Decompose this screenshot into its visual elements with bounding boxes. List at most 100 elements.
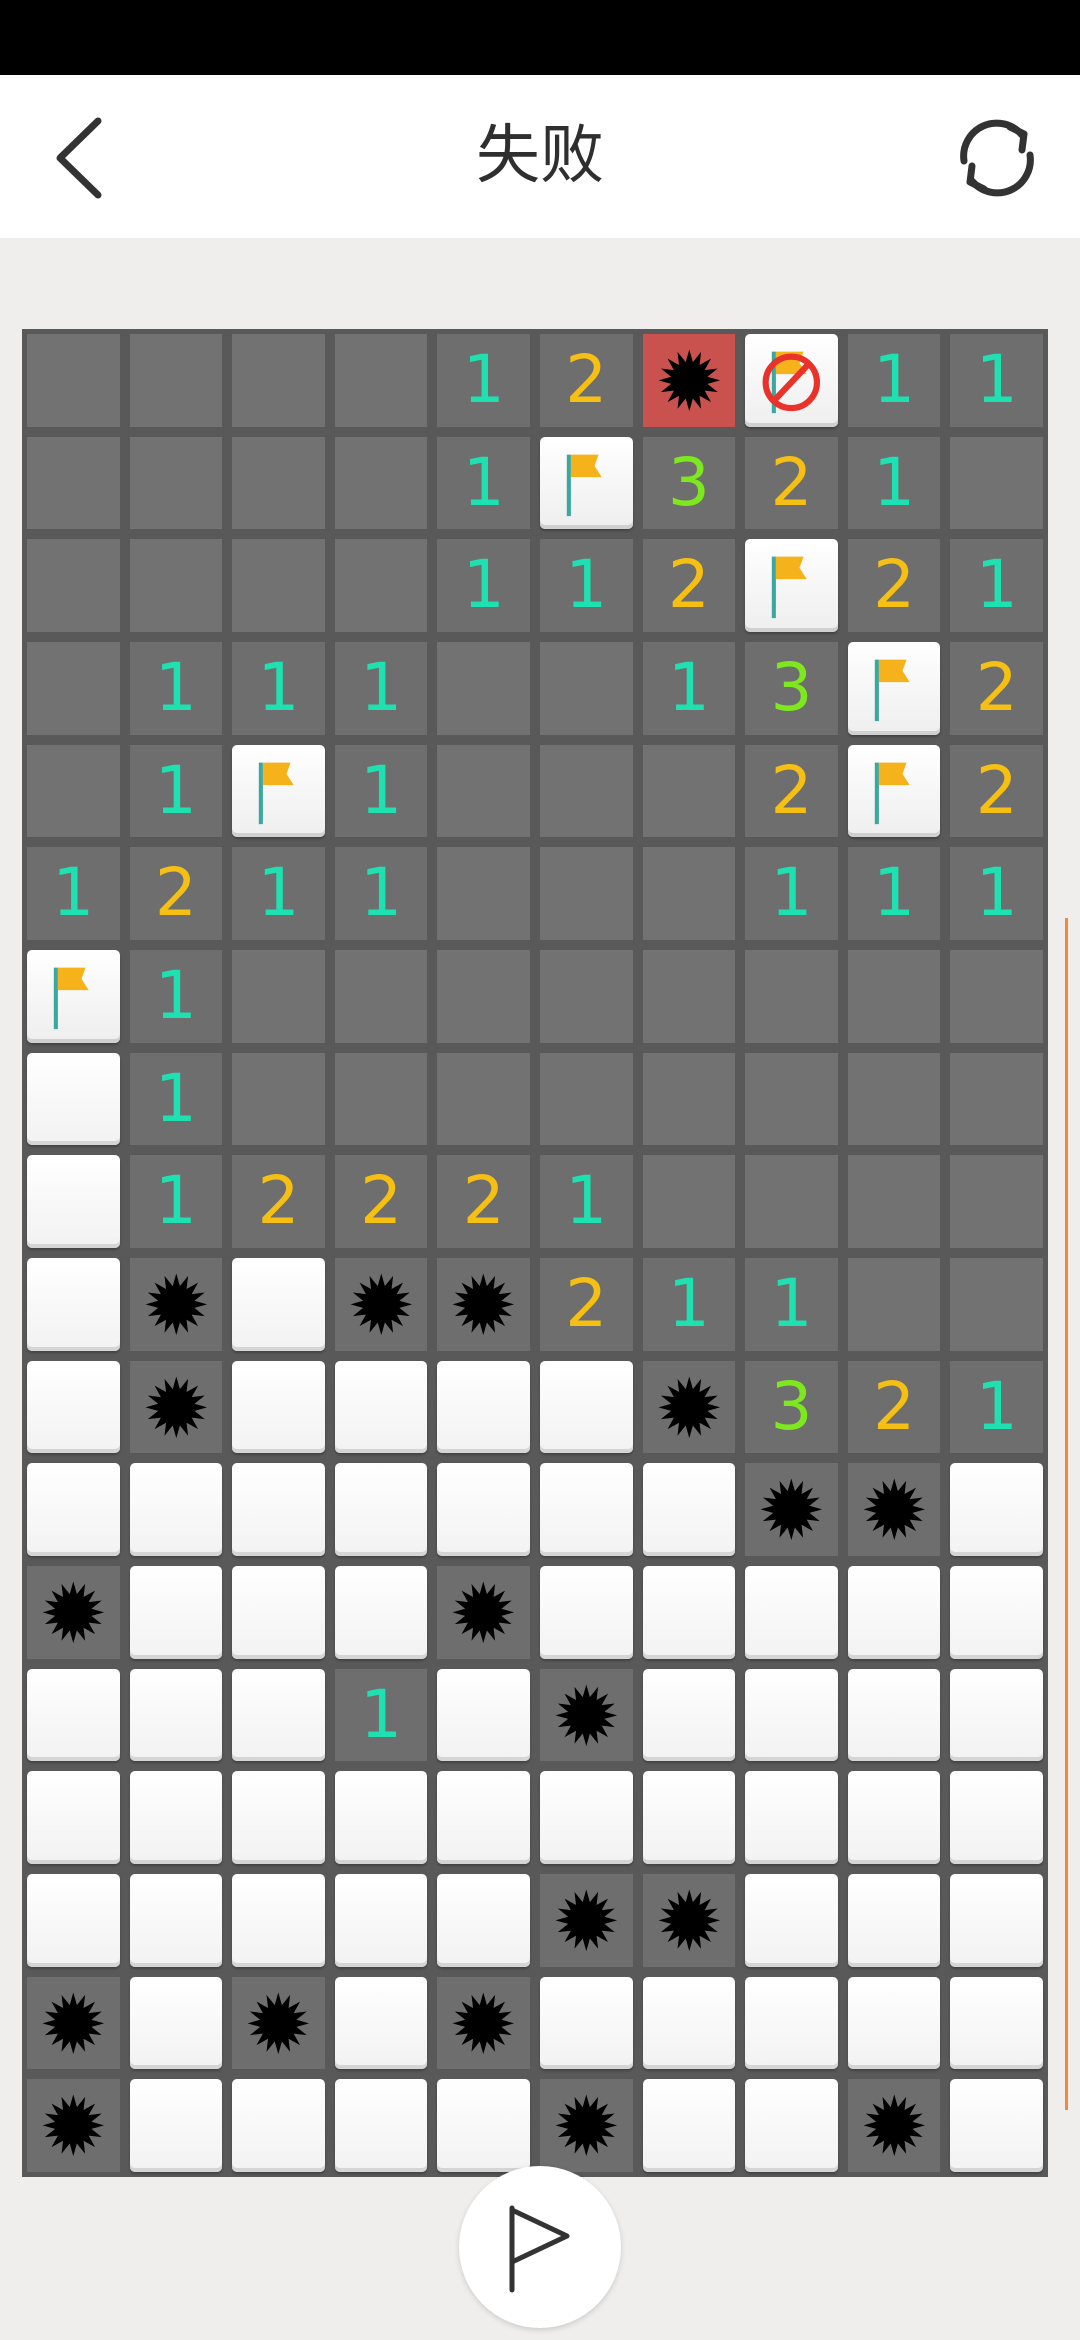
cell-unrevealed[interactable] [638,1458,741,1561]
cell-unrevealed[interactable] [330,1356,433,1459]
cell-unrevealed[interactable] [843,1766,946,1869]
cell-hidden[interactable] [945,1048,1048,1151]
cell-hidden[interactable] [535,842,638,945]
cell-mine[interactable] [535,2074,638,2177]
cell-hidden[interactable] [330,432,433,535]
cell-hidden[interactable] [330,1048,433,1151]
cell-number-1[interactable]: 1 [843,329,946,432]
cell-unrevealed[interactable] [945,1766,1048,1869]
cell-unrevealed[interactable] [945,1458,1048,1561]
cell-number-1[interactable]: 1 [330,637,433,740]
cell-unrevealed[interactable] [535,1766,638,1869]
cell-unrevealed[interactable] [535,1561,638,1664]
cell-unrevealed[interactable] [843,1561,946,1664]
cell-exploded-mine[interactable] [638,329,741,432]
cell-number-1[interactable]: 1 [330,740,433,843]
cell-unrevealed[interactable] [22,1150,125,1253]
cell-unrevealed[interactable] [535,1972,638,2075]
cell-unrevealed[interactable] [740,1766,843,1869]
cell-mine[interactable] [843,2074,946,2177]
cell-unrevealed[interactable] [740,1869,843,1972]
cell-number-1[interactable]: 1 [227,842,330,945]
cell-unrevealed[interactable] [638,1766,741,1869]
cell-unrevealed[interactable] [945,1561,1048,1664]
cell-number-1[interactable]: 1 [330,842,433,945]
flag-mode-button[interactable] [459,2166,621,2328]
cell-mine[interactable] [330,1253,433,1356]
cell-hidden[interactable] [535,740,638,843]
cell-unrevealed[interactable] [945,1664,1048,1767]
cell-hidden[interactable] [227,432,330,535]
cell-hidden[interactable] [330,945,433,1048]
cell-unrevealed[interactable] [945,1972,1048,2075]
cell-number-3[interactable]: 3 [740,1356,843,1459]
cell-number-1[interactable]: 1 [740,1253,843,1356]
cell-hidden[interactable] [227,1048,330,1151]
cell-hidden[interactable] [535,1048,638,1151]
cell-unrevealed[interactable] [227,1356,330,1459]
cell-hidden[interactable] [535,945,638,1048]
cell-number-3[interactable]: 3 [740,637,843,740]
cell-number-1[interactable]: 1 [740,842,843,945]
cell-unrevealed[interactable] [638,1664,741,1767]
cell-mine[interactable] [22,1972,125,2075]
cell-unrevealed[interactable] [227,1664,330,1767]
cell-unrevealed[interactable] [22,1253,125,1356]
cell-hidden[interactable] [638,1048,741,1151]
cell-unrevealed[interactable] [22,1458,125,1561]
cell-unrevealed[interactable] [330,1869,433,1972]
cell-number-1[interactable]: 1 [843,842,946,945]
cell-number-2[interactable]: 2 [535,1253,638,1356]
cell-hidden[interactable] [22,740,125,843]
cell-mine[interactable] [843,1458,946,1561]
cell-hidden[interactable] [638,945,741,1048]
cell-unrevealed[interactable] [740,1664,843,1767]
cell-unrevealed[interactable] [227,1458,330,1561]
cell-mine[interactable] [125,1253,228,1356]
cell-unrevealed[interactable] [740,1972,843,2075]
cell-hidden[interactable] [638,842,741,945]
cell-unrevealed[interactable] [125,1972,228,2075]
cell-unrevealed[interactable] [125,2074,228,2177]
cell-flagged[interactable] [227,740,330,843]
cell-number-1[interactable]: 1 [638,637,741,740]
cell-unrevealed[interactable] [22,1869,125,1972]
cell-unrevealed[interactable] [535,1458,638,1561]
scroll-indicator[interactable] [1065,918,1068,2110]
cell-mine[interactable] [638,1869,741,1972]
cell-number-1[interactable]: 1 [843,432,946,535]
cell-number-2[interactable]: 2 [227,1150,330,1253]
cell-number-2[interactable]: 2 [125,842,228,945]
cell-mine[interactable] [22,2074,125,2177]
cell-unrevealed[interactable] [125,1561,228,1664]
cell-number-1[interactable]: 1 [125,740,228,843]
cell-hidden[interactable] [330,534,433,637]
cell-number-1[interactable]: 1 [535,1150,638,1253]
cell-hidden[interactable] [843,1048,946,1151]
cell-unrevealed[interactable] [843,1869,946,1972]
cell-number-1[interactable]: 1 [535,534,638,637]
cell-hidden[interactable] [843,1150,946,1253]
cell-number-1[interactable]: 1 [638,1253,741,1356]
cell-unrevealed[interactable] [227,1766,330,1869]
cell-mine[interactable] [535,1664,638,1767]
cell-unrevealed[interactable] [227,1869,330,1972]
cell-number-2[interactable]: 2 [843,1356,946,1459]
cell-unrevealed[interactable] [432,1664,535,1767]
cell-flagged[interactable] [843,740,946,843]
cell-unrevealed[interactable] [330,1972,433,2075]
cell-number-2[interactable]: 2 [945,637,1048,740]
cell-unrevealed[interactable] [432,1869,535,1972]
cell-unrevealed[interactable] [432,2074,535,2177]
cell-mine[interactable] [432,1561,535,1664]
cell-hidden[interactable] [227,945,330,1048]
cell-hidden[interactable] [227,534,330,637]
cell-hidden[interactable] [843,1253,946,1356]
cell-number-1[interactable]: 1 [125,1150,228,1253]
cell-unrevealed[interactable] [432,1356,535,1459]
cell-unrevealed[interactable] [125,1458,228,1561]
cell-unrevealed[interactable] [330,1458,433,1561]
cell-hidden[interactable] [227,329,330,432]
cell-hidden[interactable] [125,432,228,535]
cell-number-1[interactable]: 1 [227,637,330,740]
